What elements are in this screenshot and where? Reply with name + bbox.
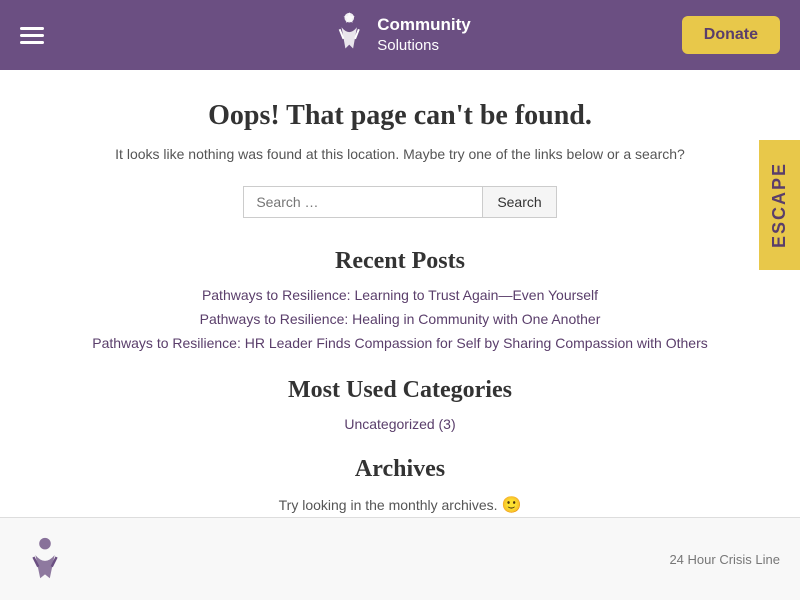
category-link[interactable]: Uncategorized (3) <box>344 416 455 432</box>
footer-text: 24 Hour Crisis Line <box>669 552 780 567</box>
site-logo[interactable]: Community Solutions <box>329 10 471 60</box>
logo-icon <box>329 10 369 60</box>
recent-posts-title: Recent Posts <box>40 248 760 275</box>
archives-description: Try looking in the monthly archives. 🙂 <box>40 495 760 515</box>
logo-text: Community Solutions <box>377 14 471 56</box>
site-footer: 24 Hour Crisis Line <box>0 517 800 600</box>
search-button[interactable]: Search <box>483 186 556 218</box>
recent-posts-list: Pathways to Resilience: Learning to Trus… <box>40 287 760 353</box>
post-link[interactable]: Pathways to Resilience: HR Leader Finds … <box>92 335 708 351</box>
categories-title: Most Used Categories <box>40 377 760 404</box>
smiley-icon: 🙂 <box>501 497 521 514</box>
error-title: Oops! That page can't be found. <box>40 100 760 132</box>
list-item: Pathways to Resilience: Learning to Trus… <box>40 287 760 305</box>
search-form: Search <box>40 186 760 218</box>
escape-button[interactable]: ESCAPE <box>759 140 800 270</box>
error-subtitle: It looks like nothing was found at this … <box>40 146 760 162</box>
footer-logo-icon <box>20 534 70 584</box>
site-header: Community Solutions Donate <box>0 0 800 70</box>
list-item: Pathways to Resilience: Healing in Commu… <box>40 311 760 329</box>
post-link[interactable]: Pathways to Resilience: Learning to Trus… <box>202 287 598 303</box>
menu-toggle[interactable] <box>20 27 44 44</box>
donate-button[interactable]: Donate <box>682 16 780 54</box>
archives-title: Archives <box>40 456 760 483</box>
post-link[interactable]: Pathways to Resilience: Healing in Commu… <box>200 311 601 327</box>
list-item: Pathways to Resilience: HR Leader Finds … <box>40 335 760 353</box>
search-input[interactable] <box>243 186 483 218</box>
list-item: Uncategorized (3) <box>40 416 760 432</box>
categories-list: Uncategorized (3) <box>40 416 760 432</box>
